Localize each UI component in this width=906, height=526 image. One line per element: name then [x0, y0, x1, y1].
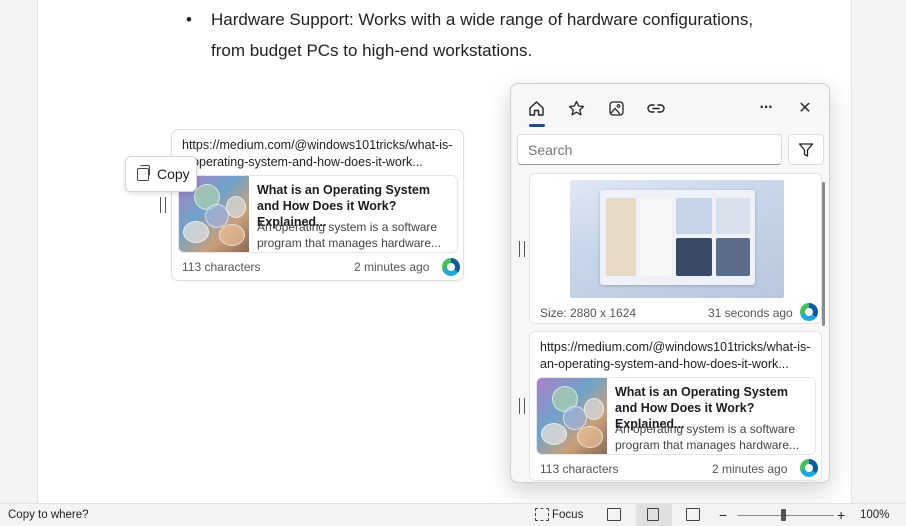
- image-time: 31 seconds ago: [708, 306, 793, 320]
- zoom-slider[interactable]: [738, 515, 834, 516]
- edge-icon: [800, 303, 818, 321]
- item-drag-handle-icon[interactable]: [519, 398, 525, 414]
- link-icon: [647, 103, 665, 113]
- status-message: Copy to where?: [8, 509, 89, 521]
- web-layout-icon[interactable]: [686, 508, 700, 521]
- zoom-in-button[interactable]: +: [837, 507, 845, 523]
- active-tab-indicator: [529, 124, 545, 127]
- panel-scrollbar[interactable]: [822, 182, 825, 326]
- screenshot-thumbnail: [570, 180, 784, 298]
- clip-time: 2 minutes ago: [354, 260, 430, 274]
- clip-url-line-1: https://medium.com/@windows101tricks/wha…: [540, 340, 811, 354]
- read-mode-icon[interactable]: [607, 508, 621, 521]
- clip-char-count: 113 characters: [182, 260, 261, 274]
- link-thumbnail: [537, 378, 607, 454]
- bullet-marker: •: [186, 10, 192, 29]
- clip-url-line-2: an-operating-system-and-how-does-it-work…: [182, 155, 423, 169]
- link-description: An operating system is a software progra…: [615, 422, 800, 452]
- focus-button[interactable]: Focus: [552, 509, 583, 521]
- copy-label: Copy: [157, 166, 190, 182]
- zoom-out-button[interactable]: −: [719, 507, 727, 523]
- tab-favorites[interactable]: [561, 96, 591, 120]
- close-button[interactable]: ✕: [790, 96, 820, 120]
- clip-time: 2 minutes ago: [712, 462, 788, 476]
- search-input[interactable]: [517, 134, 782, 165]
- bullet-text: Hardware Support: Works with a wide rang…: [211, 10, 754, 60]
- link-description: An operating system is a software progra…: [257, 220, 442, 250]
- tab-images[interactable]: [601, 96, 631, 120]
- drag-caret-icon: [160, 197, 166, 213]
- more-options-button[interactable]: ···: [751, 96, 781, 120]
- clip-url-line-1: https://medium.com/@windows101tricks/wha…: [182, 138, 453, 152]
- print-layout-icon: [647, 508, 659, 521]
- filter-icon: [798, 142, 814, 157]
- copy-icon: [137, 165, 150, 181]
- drag-clip-card[interactable]: https://medium.com/@windows101tricks/wha…: [171, 129, 464, 281]
- status-bar: Copy to where? Focus − + 100%: [0, 503, 906, 526]
- filter-button[interactable]: [788, 134, 824, 165]
- clipboard-item-image[interactable]: Size: 2880 x 1624 31 seconds ago: [529, 173, 822, 324]
- clip-char-count: 113 characters: [540, 462, 619, 476]
- focus-icon: [535, 508, 549, 521]
- clip-url-line-2: an-operating-system-and-how-does-it-work…: [540, 357, 789, 371]
- link-preview: What is an Operating System and How Does…: [178, 175, 458, 253]
- clipboard-panel: ··· ✕ Size: 2880 x 1624 31 seconds ago h…: [510, 83, 830, 483]
- copy-tooltip: Copy: [125, 156, 197, 192]
- item-drag-handle-icon[interactable]: [519, 241, 525, 257]
- image-size: Size: 2880 x 1624: [540, 306, 637, 320]
- edge-icon: [800, 459, 818, 477]
- print-layout-button[interactable]: [636, 504, 672, 526]
- home-icon: [528, 100, 544, 116]
- edge-icon: [442, 258, 460, 276]
- zoom-level[interactable]: 100%: [860, 509, 889, 521]
- image-icon: [608, 100, 624, 116]
- tab-home[interactable]: [521, 96, 551, 120]
- link-preview: What is an Operating System and How Does…: [536, 377, 816, 455]
- tab-links[interactable]: [641, 96, 671, 120]
- zoom-slider-thumb[interactable]: [781, 509, 786, 521]
- star-icon: [568, 100, 584, 115]
- clipboard-item-link[interactable]: https://medium.com/@windows101tricks/wha…: [529, 331, 822, 481]
